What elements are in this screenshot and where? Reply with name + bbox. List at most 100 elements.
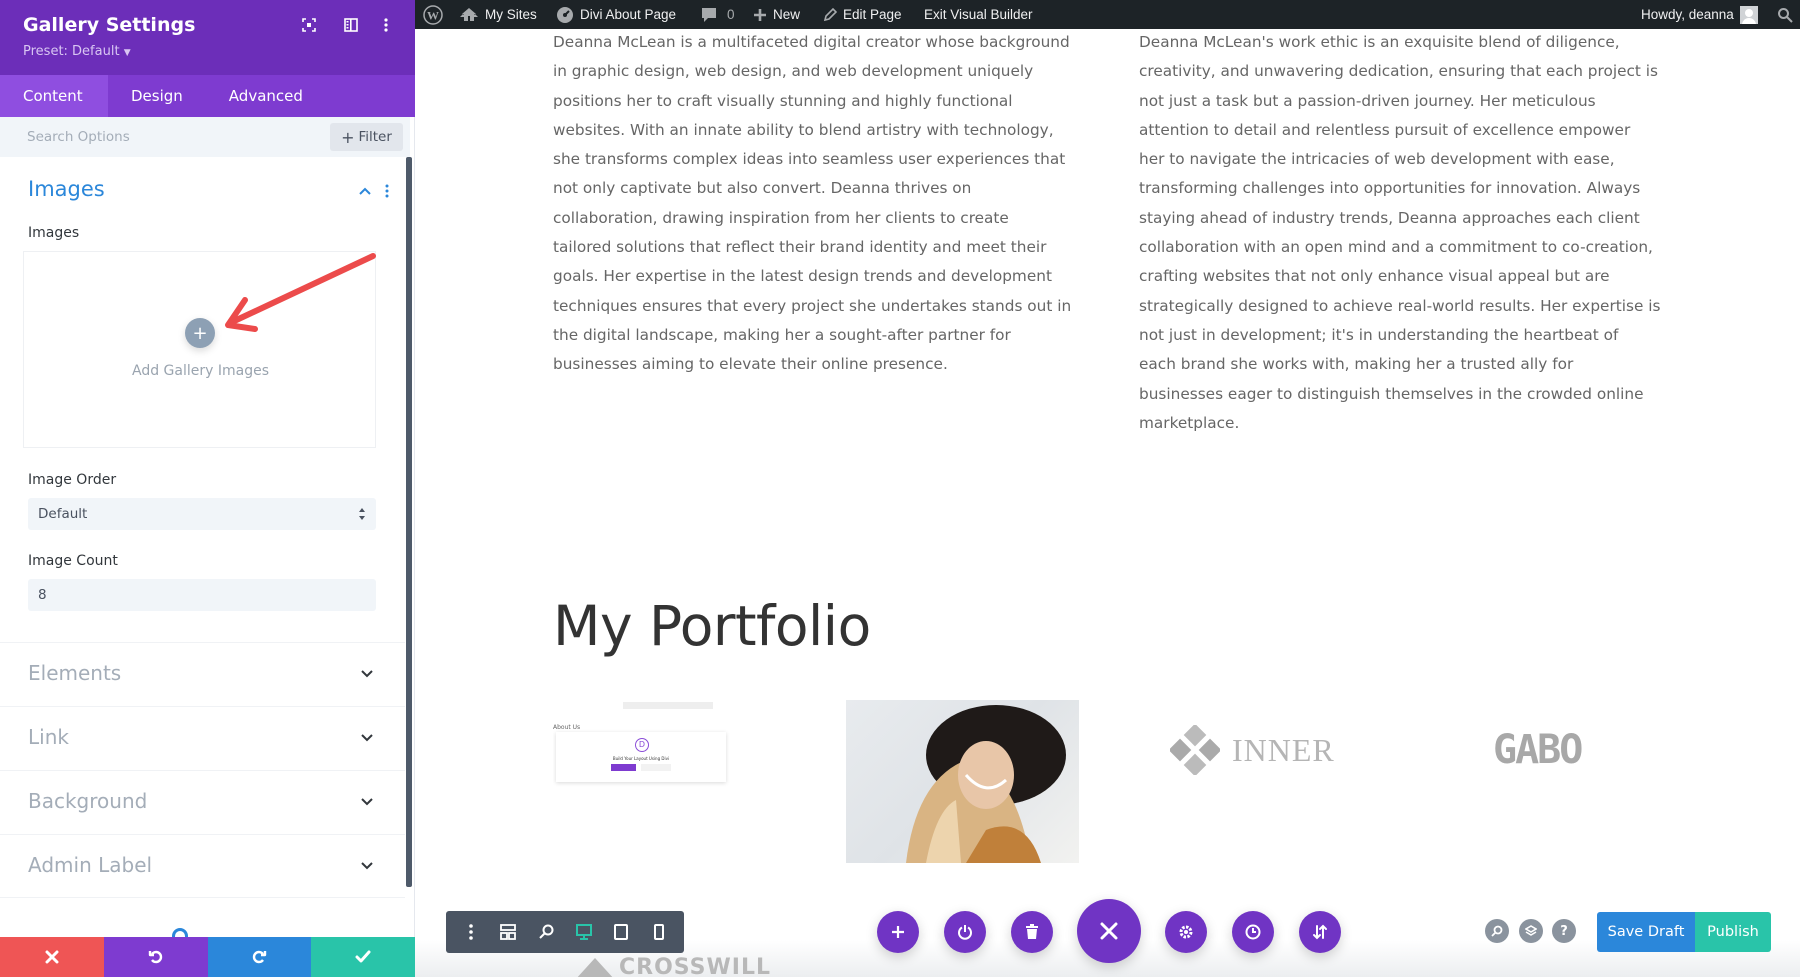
tablet-view-icon[interactable] xyxy=(608,919,634,945)
paragraph-line: each brand she works with, making her a … xyxy=(1139,355,1574,374)
about-paragraph-left: Deanna McLean is a multifaceted digital … xyxy=(553,28,1093,380)
paragraph-line: her to navigate the intricacies of web d… xyxy=(1139,150,1615,169)
find-replace-icon[interactable] xyxy=(1485,919,1509,943)
exit-builder-label: Exit Visual Builder xyxy=(924,7,1033,22)
zoom-view-icon[interactable] xyxy=(533,919,559,945)
chevron-up-icon[interactable] xyxy=(358,183,374,199)
save-settings-button[interactable] xyxy=(311,937,415,977)
tab-design[interactable]: Design xyxy=(108,75,206,117)
portability-button[interactable] xyxy=(1299,911,1341,953)
exit-visual-builder-link[interactable]: Exit Visual Builder xyxy=(924,0,1033,29)
filter-button[interactable]: + Filter xyxy=(330,123,403,151)
wireframe-view-icon[interactable] xyxy=(495,919,521,945)
section-elements-title: Elements xyxy=(28,661,122,685)
search-options-input[interactable] xyxy=(0,117,320,157)
paragraph-line: marketplace. xyxy=(1139,413,1240,432)
portrait-photo xyxy=(906,705,1066,863)
clear-layout-button[interactable] xyxy=(1011,911,1053,953)
inner-logo-mark xyxy=(1170,725,1220,775)
redo-icon xyxy=(253,950,267,964)
image-count-label: Image Count xyxy=(28,553,118,569)
paragraph-line: businesses eager to distinguish themselv… xyxy=(1139,384,1644,403)
my-sites-menu[interactable]: My Sites xyxy=(459,0,537,29)
pencil-icon xyxy=(823,7,837,21)
split-view-icon[interactable] xyxy=(342,16,360,34)
section-background[interactable]: Background xyxy=(0,770,405,834)
howdy-label: Howdy, deanna xyxy=(1641,7,1734,22)
settings-sidebar: Gallery Settings Preset: Default ▼ Conte… xyxy=(0,0,415,977)
close-icon xyxy=(1100,922,1118,940)
builder-menu-icon[interactable] xyxy=(458,919,484,945)
new-content-menu[interactable]: New xyxy=(753,0,800,29)
phone-view-icon[interactable] xyxy=(646,919,672,945)
add-image-plus-icon[interactable]: + xyxy=(185,318,215,348)
edit-page-link[interactable]: Edit Page xyxy=(823,0,902,29)
more-options-icon[interactable] xyxy=(377,16,395,34)
mini-nav-bar xyxy=(623,702,713,709)
add-module-button[interactable] xyxy=(877,911,919,953)
section-admin-label[interactable]: Admin Label xyxy=(0,834,405,898)
section-link-title: Link xyxy=(28,725,69,749)
undo-button[interactable] xyxy=(103,937,208,977)
paragraph-line: in graphic design, web design, and web d… xyxy=(553,62,1034,81)
gallery-item-inner-logo[interactable]: INNER xyxy=(1170,720,1340,780)
help-icon[interactable]: ? xyxy=(1552,919,1576,943)
wp-admin-bar: W My Sites Divi About Page 0 New Edit Pa… xyxy=(415,0,1800,29)
gallery-item-gabo-logo[interactable]: GABO xyxy=(1490,725,1610,775)
section-background-title: Background xyxy=(28,789,148,813)
edit-page-label: Edit Page xyxy=(843,7,902,22)
sidebar-scrollbar[interactable] xyxy=(406,157,412,887)
portfolio-heading: My Portfolio xyxy=(553,594,871,658)
paragraph-line: websites. With an innate ability to blen… xyxy=(553,120,1054,139)
load-layout-button[interactable] xyxy=(944,911,986,953)
gallery-item-screenshot[interactable]: About Us D Build Your Layout Using Divi xyxy=(553,700,788,790)
save-draft-button[interactable]: Save Draft xyxy=(1597,912,1695,952)
search-icon[interactable] xyxy=(1777,0,1793,29)
user-account-menu[interactable]: Howdy, deanna xyxy=(1641,0,1758,29)
section-admin-label-title: Admin Label xyxy=(28,853,153,877)
desktop-view-icon[interactable] xyxy=(571,919,597,945)
section-elements[interactable]: Elements xyxy=(0,642,405,706)
filter-label: Filter xyxy=(358,129,392,145)
fullscreen-icon[interactable] xyxy=(300,16,318,34)
paragraph-line: crafting websites that not only enhance … xyxy=(1139,267,1610,286)
discard-button[interactable] xyxy=(0,937,104,977)
paragraph-line: collaboration with an open mind and a co… xyxy=(1139,238,1653,257)
redo-button[interactable] xyxy=(207,937,312,977)
preset-dropdown[interactable]: Preset: Default ▼ xyxy=(23,44,131,59)
tab-advanced[interactable]: Advanced xyxy=(206,75,326,117)
image-count-input[interactable] xyxy=(28,579,376,611)
layers-icon[interactable] xyxy=(1519,919,1543,943)
page-settings-button[interactable] xyxy=(1165,911,1207,953)
section-menu-icon[interactable] xyxy=(385,183,393,199)
search-bar: + Filter xyxy=(0,117,410,157)
site-name-menu[interactable]: Divi About Page xyxy=(556,0,676,29)
chevron-down-icon xyxy=(361,798,373,806)
paragraph-line: goals. Her expertise in the latest desig… xyxy=(553,267,1052,286)
chevron-down-icon xyxy=(361,670,373,678)
close-builder-button[interactable] xyxy=(1077,899,1141,963)
publish-button[interactable]: Publish xyxy=(1695,912,1771,952)
inner-logo-text: INNER xyxy=(1232,732,1335,768)
paragraph-line: not just in development; it's in underst… xyxy=(1139,325,1619,344)
wordpress-logo-icon[interactable]: W xyxy=(423,0,443,29)
gear-icon xyxy=(1179,925,1193,939)
image-order-select[interactable]: Default xyxy=(28,498,376,530)
paragraph-line: techniques ensures that every project sh… xyxy=(553,296,1072,315)
gallery-item-photo[interactable] xyxy=(846,700,1079,863)
check-icon xyxy=(355,950,371,963)
paragraph-line: Deanna McLean's work ethic is an exquisi… xyxy=(1139,33,1620,51)
tab-content[interactable]: Content xyxy=(0,75,108,117)
section-link[interactable]: Link xyxy=(0,706,405,770)
power-icon xyxy=(958,925,972,940)
crosswill-logo-text: CROSSWILL xyxy=(619,955,771,977)
sidebar-footer xyxy=(0,937,415,977)
section-title-images[interactable]: Images xyxy=(28,177,105,201)
svg-text:W: W xyxy=(427,8,439,22)
mini-secondary-button xyxy=(641,764,671,771)
history-button[interactable] xyxy=(1232,911,1274,953)
add-gallery-images-dropzone[interactable]: + Add Gallery Images xyxy=(23,251,376,448)
comments-menu[interactable]: 0 xyxy=(701,0,735,29)
paragraph-line: Deanna McLean is a multifaceted digital … xyxy=(553,33,1070,51)
paragraph-line: creativity, and unwavering dedication, e… xyxy=(1139,62,1658,81)
